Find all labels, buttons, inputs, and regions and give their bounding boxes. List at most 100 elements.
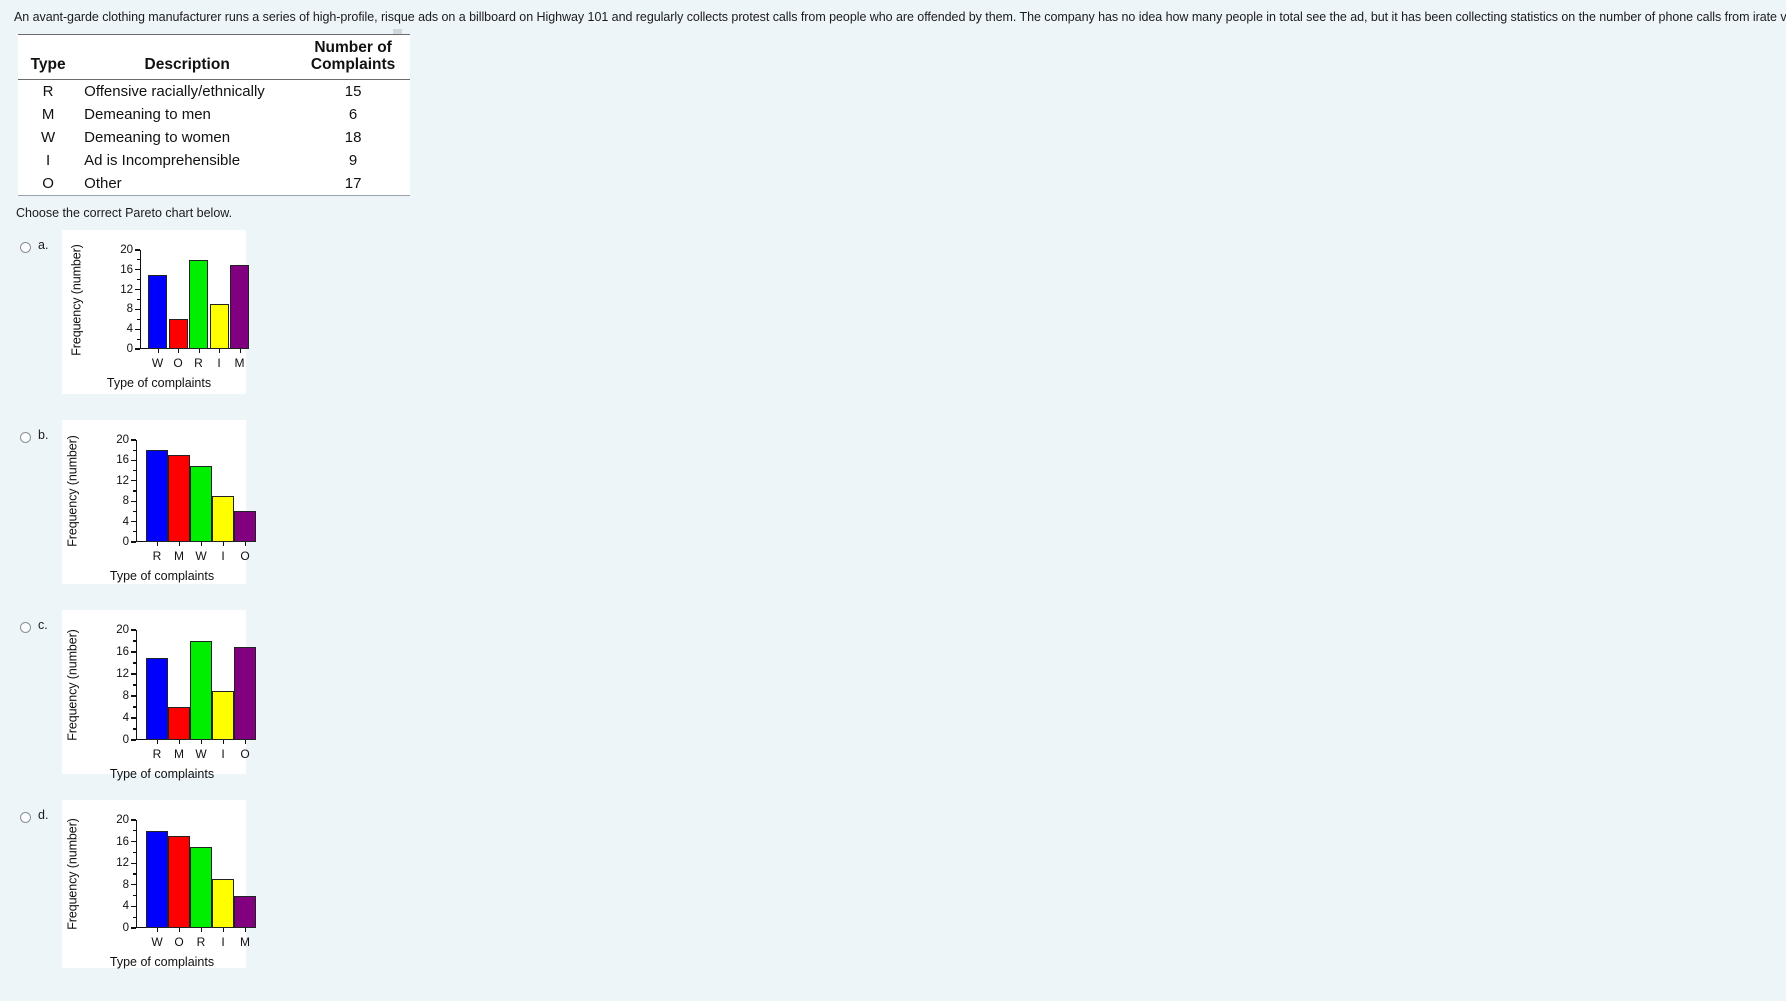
x-tick-label-c-W: W bbox=[195, 747, 207, 761]
cell-description: Demeaning to men bbox=[84, 106, 211, 123]
table-row: O Other 17 bbox=[18, 172, 410, 196]
question-prompt: An avant-garde clothing manufacturer run… bbox=[14, 10, 1786, 24]
column-header-complaints-line2: Complaints bbox=[310, 56, 396, 73]
x-tick-label-b-R: R bbox=[152, 549, 162, 563]
y-axis-title-text-b: Frequency (number) bbox=[66, 435, 81, 547]
x-tick-label-a-R: R bbox=[194, 356, 203, 370]
table-row: I Ad is Incomprehensible 9 bbox=[18, 149, 410, 172]
x-tick-label-a-W: W bbox=[151, 356, 164, 370]
x-tick-label-a-M: M bbox=[234, 356, 245, 370]
y-tick-label-a-20: 20 bbox=[120, 244, 133, 256]
table-body: R Offensive racially/ethnically 15 M Demeani… bbox=[18, 80, 410, 196]
x-tick-label-b-W: W bbox=[195, 549, 207, 563]
y-axis-title-text-a: Frequency (number) bbox=[70, 243, 85, 356]
x-tick-a-M bbox=[239, 349, 241, 353]
plot-area-b: 0 4 8 12 16 20 R M W I O bbox=[116, 434, 256, 563]
y-tick-label-c-12: 12 bbox=[116, 668, 129, 680]
x-tick-b-R bbox=[157, 542, 159, 546]
bar-d-M bbox=[234, 895, 256, 928]
table-corner-marker bbox=[393, 29, 402, 34]
x-axis-title-b: Type of complaints bbox=[109, 569, 215, 583]
bars-group-a bbox=[140, 250, 249, 349]
cell-type: O bbox=[18, 172, 79, 196]
x-tick-d-W bbox=[157, 928, 159, 932]
radio-button-c[interactable] bbox=[20, 622, 31, 633]
y-tick-label-b-8: 8 bbox=[122, 495, 129, 508]
bar-a-W bbox=[148, 274, 167, 349]
y-tick-label-c-16: 16 bbox=[116, 646, 129, 658]
bar-c-R bbox=[146, 657, 168, 740]
pareto-chart-a: Frequency (number) 0 4 8 12 16 20 W O R I M Type of … bbox=[62, 230, 249, 394]
x-tick-b-I bbox=[223, 542, 225, 546]
y-tick-label-c-8: 8 bbox=[122, 690, 129, 702]
x-tick-a-W bbox=[157, 349, 159, 353]
x-tick-a-I bbox=[219, 349, 221, 353]
y-tick-label-c-0: 0 bbox=[122, 734, 129, 746]
x-axis-title-c: Type of complaints bbox=[109, 767, 215, 781]
y-tick-label-a-16: 16 bbox=[120, 263, 133, 276]
x-tick-label-d-W: W bbox=[151, 935, 163, 949]
radio-button-a[interactable] bbox=[20, 242, 31, 253]
x-tick-label-c-O: O bbox=[240, 747, 250, 761]
x-tick-b-W bbox=[201, 542, 203, 546]
x-tick-b-M bbox=[179, 542, 181, 546]
cell-type: R bbox=[42, 83, 54, 100]
x-tick-label-a-O: O bbox=[173, 356, 183, 370]
y-tick-label-b-12: 12 bbox=[116, 474, 129, 487]
pareto-chart-b: Frequency (number) 0 4 8 12 16 20 R M W I O Type of … bbox=[62, 420, 256, 584]
x-tick-c-O bbox=[245, 740, 247, 744]
x-tick-a-O bbox=[178, 349, 180, 353]
pareto-chart-c: Frequency (number) 0 4 8 12 16 20 R M W I O Type of … bbox=[62, 610, 256, 781]
plot-area-a: 0 4 8 12 16 20 W O R I M bbox=[120, 244, 249, 370]
instruction-text: Choose the correct Pareto chart below. bbox=[16, 206, 233, 220]
x-tick-c-I bbox=[223, 740, 225, 744]
cell-description: Ad is Incomprehensible bbox=[84, 152, 241, 169]
radio-button-b[interactable] bbox=[20, 432, 31, 443]
bar-b-I bbox=[212, 496, 234, 542]
bar-c-I bbox=[212, 690, 234, 740]
y-tick-label-b-0: 0 bbox=[122, 536, 129, 548]
plot-area-c: 0 4 8 12 16 20 R M W I O bbox=[116, 624, 256, 761]
option-letter-b: b. bbox=[38, 428, 49, 442]
cell-complaints: 18 bbox=[344, 129, 362, 146]
cell-description: Other bbox=[78, 172, 297, 196]
y-axis-title-b: Frequency (number) bbox=[64, 432, 82, 550]
x-tick-label-b-O: O bbox=[240, 549, 250, 563]
x-tick-d-R bbox=[201, 928, 203, 932]
x-tick-label-d-I: I bbox=[221, 935, 225, 949]
complaints-table-container: Type Description Number of Complaints R O… bbox=[18, 29, 410, 196]
cell-description: Demeaning to women bbox=[84, 129, 231, 146]
bar-a-I bbox=[209, 304, 229, 349]
y-tick-label-c-20: 20 bbox=[116, 624, 129, 636]
bar-b-O bbox=[234, 511, 256, 542]
cell-complaints: 15 bbox=[344, 83, 362, 100]
chart-panel-a[interactable]: Frequency (number) 0 4 8 12 16 20 W O R I M Type of … bbox=[62, 230, 249, 394]
table-row: R Offensive racially/ethnically 15 bbox=[18, 80, 410, 104]
option-letter-d: d. bbox=[38, 808, 49, 822]
chart-panel-c[interactable]: Frequency (number) 0 4 8 12 16 20 R M W I O Type of … bbox=[62, 610, 256, 781]
x-tick-label-b-I: I bbox=[221, 549, 225, 563]
y-tick-label-d-16: 16 bbox=[116, 835, 129, 848]
bar-a-M bbox=[230, 264, 249, 349]
bar-d-W bbox=[146, 830, 168, 928]
bar-c-M bbox=[168, 707, 190, 740]
bars-group-b bbox=[136, 440, 256, 542]
y-tick-label-d-0: 0 bbox=[122, 922, 129, 934]
x-tick-label-c-M: M bbox=[174, 747, 184, 761]
x-tick-label-a-I: I bbox=[217, 356, 221, 370]
column-header-type: Type bbox=[18, 34, 79, 80]
y-axis-title-text-d: Frequency (number) bbox=[66, 818, 81, 930]
chart-panel-b[interactable]: Frequency (number) 0 4 8 12 16 20 R M W I O Type of … bbox=[62, 420, 256, 584]
y-tick-label-d-12: 12 bbox=[116, 857, 129, 870]
x-tick-c-R bbox=[157, 740, 159, 744]
cell-complaints: 6 bbox=[348, 106, 358, 123]
table-row: M Demeaning to men 6 bbox=[18, 103, 410, 126]
option-letter-a: a. bbox=[38, 238, 49, 252]
x-axis-title-d: Type of complaints bbox=[109, 955, 215, 969]
radio-button-d[interactable] bbox=[20, 812, 31, 823]
cell-complaints: 9 bbox=[348, 152, 358, 169]
chart-panel-d[interactable]: Frequency (number) 0 4 8 12 16 20 W O R I M Type of … bbox=[62, 800, 256, 969]
x-axis-title-a: Type of complaints bbox=[106, 376, 212, 390]
bars-group-d bbox=[136, 820, 256, 928]
bar-b-W bbox=[190, 465, 212, 542]
